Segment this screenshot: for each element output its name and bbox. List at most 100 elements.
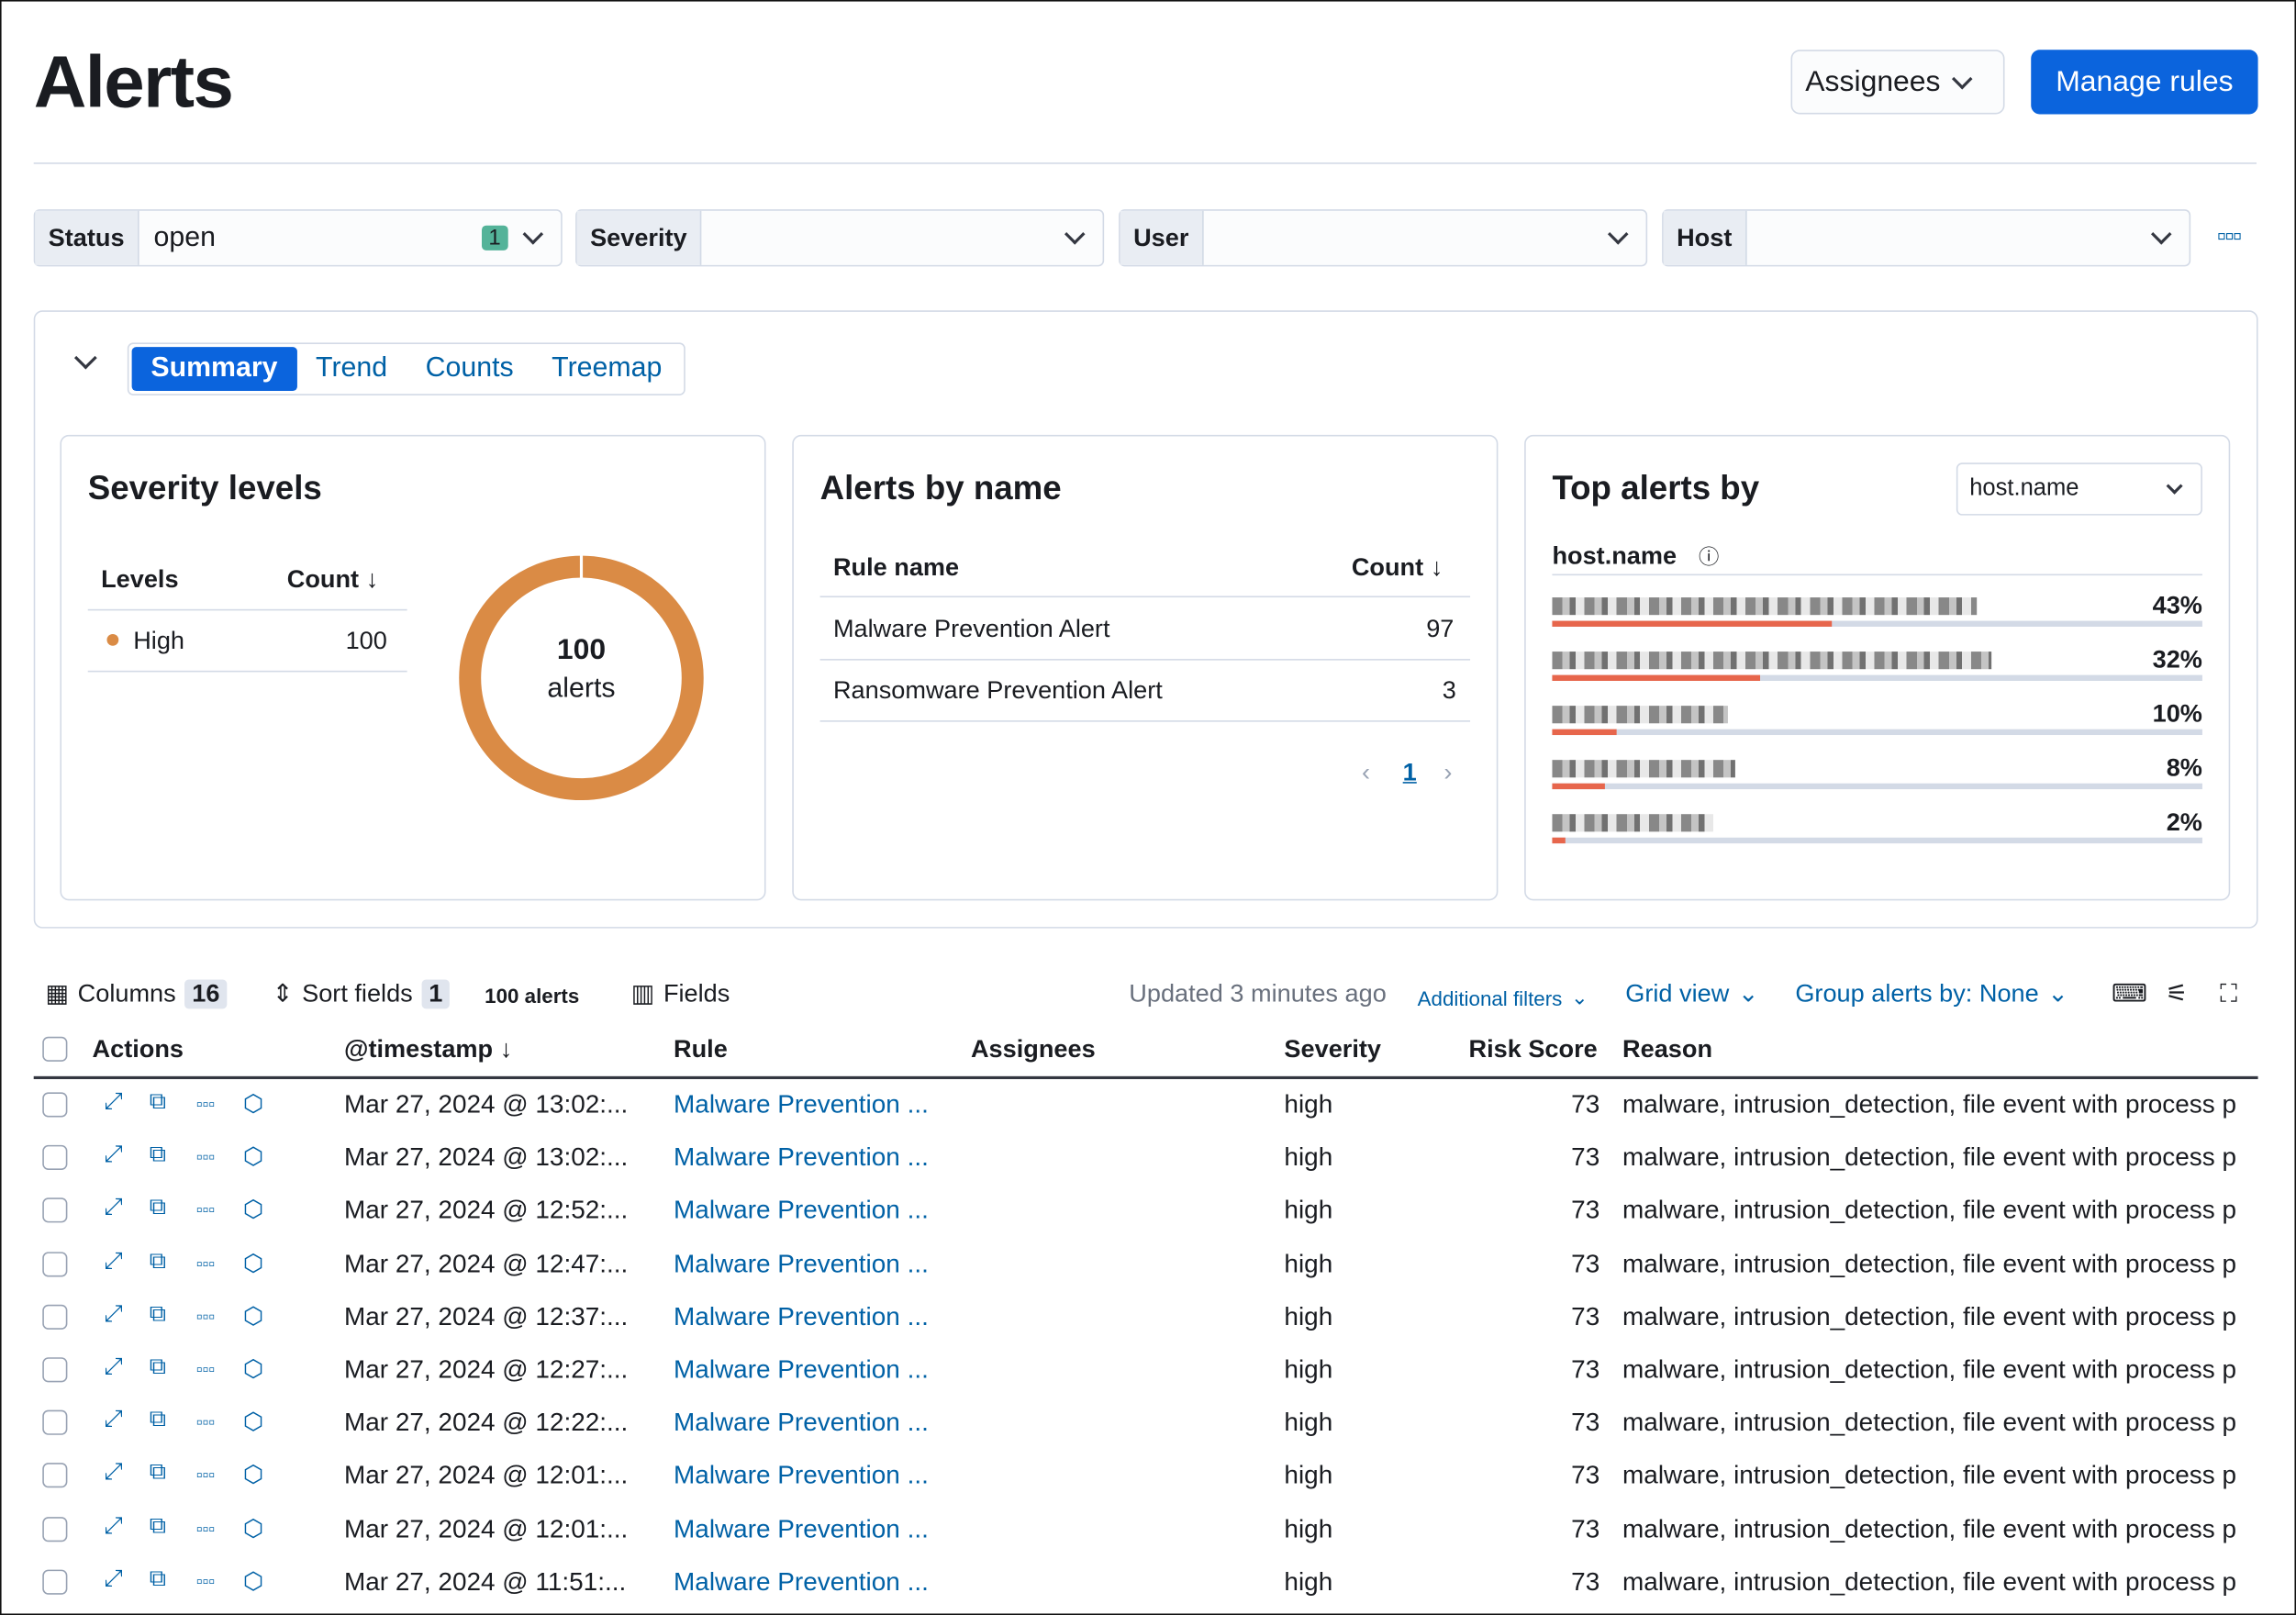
expand-icon[interactable]: ⤢ <box>104 1301 122 1328</box>
display-settings-icon[interactable]: ⚟ <box>2166 980 2188 1009</box>
analyze-graph-icon[interactable]: ⧉ <box>150 1089 166 1116</box>
severity-filter[interactable]: Severity <box>575 209 1105 267</box>
table-row[interactable]: ⤢ ⧉ ▫▫▫ ⬡ Mar 27, 2024 @ 12:01:... Malwa… <box>34 1450 2258 1502</box>
analyze-graph-icon[interactable]: ⧉ <box>150 1196 166 1222</box>
row-checkbox[interactable] <box>42 1569 68 1595</box>
more-actions-icon[interactable]: ▫▫▫ <box>196 1147 215 1167</box>
session-view-icon[interactable]: ⬡ <box>243 1408 263 1437</box>
more-actions-icon[interactable]: ▫▫▫ <box>196 1253 215 1273</box>
grid-view-button[interactable]: Grid view ⌄ <box>1625 980 1758 1009</box>
more-actions-icon[interactable]: ▫▫▫ <box>196 1200 215 1220</box>
session-view-icon[interactable]: ⬡ <box>243 1142 263 1172</box>
manage-rules-button[interactable]: Manage rules <box>2031 50 2258 115</box>
session-view-icon[interactable]: ⬡ <box>243 1301 263 1331</box>
session-view-icon[interactable]: ⬡ <box>243 1196 263 1225</box>
table-row[interactable]: ⤢ ⧉ ▫▫▫ ⬡ Mar 27, 2024 @ 12:27:... Malwa… <box>34 1344 2258 1397</box>
expand-icon[interactable]: ⤢ <box>104 1196 122 1222</box>
header-rule[interactable]: Rule <box>674 1035 728 1064</box>
keyboard-icon[interactable]: ⌨ <box>2112 980 2147 1009</box>
session-view-icon[interactable]: ⬡ <box>243 1248 263 1277</box>
expand-icon[interactable]: ⤢ <box>104 1513 122 1540</box>
header-reason[interactable]: Reason <box>1622 1035 1712 1064</box>
expand-icon[interactable]: ⤢ <box>104 1354 122 1381</box>
analyze-graph-icon[interactable]: ⧉ <box>150 1513 166 1540</box>
table-row[interactable]: ⤢ ⧉ ▫▫▫ ⬡ Mar 27, 2024 @ 12:52:... Malwa… <box>34 1186 2258 1238</box>
analyze-graph-icon[interactable]: ⧉ <box>150 1248 166 1275</box>
rule-link[interactable]: Malware Prevention ... <box>674 1513 929 1544</box>
more-filters-icon[interactable]: ▫▫▫ <box>2217 221 2242 252</box>
analyze-graph-icon[interactable]: ⧉ <box>150 1566 166 1593</box>
session-view-icon[interactable]: ⬡ <box>243 1461 263 1490</box>
row-checkbox[interactable] <box>42 1251 68 1276</box>
tab-treemap[interactable]: Treemap <box>532 347 681 391</box>
group-field-select[interactable]: host.name <box>1956 462 2202 516</box>
more-actions-icon[interactable]: ▫▫▫ <box>196 1094 215 1114</box>
page-1[interactable]: 1 <box>1403 759 1417 788</box>
row-checkbox[interactable] <box>42 1409 68 1436</box>
expand-icon[interactable]: ⤢ <box>104 1089 122 1116</box>
row-checkbox[interactable] <box>42 1516 68 1542</box>
select-all-checkbox[interactable] <box>42 1036 68 1062</box>
session-view-icon[interactable]: ⬡ <box>243 1513 263 1543</box>
row-checkbox[interactable] <box>42 1304 68 1330</box>
rule-link[interactable]: Malware Prevention ... <box>674 1089 929 1120</box>
analyze-graph-icon[interactable]: ⧉ <box>150 1354 166 1381</box>
table-row[interactable]: ⤢ ⧉ ▫▫▫ ⬡ Mar 27, 2024 @ 13:02:... Malwa… <box>34 1079 2258 1131</box>
additional-filters-button[interactable]: Additional filters ⌄ <box>1418 986 1588 1010</box>
expand-icon[interactable]: ⤢ <box>104 1461 122 1487</box>
header-assignees[interactable]: Assignees <box>971 1035 1096 1064</box>
col-count[interactable]: Count ↓ <box>287 565 378 595</box>
more-actions-icon[interactable]: ▫▫▫ <box>196 1412 215 1432</box>
info-icon[interactable]: ⓘ <box>1699 541 1719 571</box>
prev-page-icon[interactable]: ‹ <box>1362 759 1370 788</box>
tab-counts[interactable]: Counts <box>407 347 533 391</box>
rule-link[interactable]: Malware Prevention ... <box>674 1354 929 1386</box>
more-actions-icon[interactable]: ▫▫▫ <box>196 1518 215 1538</box>
header-risk-score[interactable]: Risk Score <box>1468 1035 1597 1064</box>
more-actions-icon[interactable]: ▫▫▫ <box>196 1465 215 1485</box>
tab-summary[interactable]: Summary <box>131 347 297 392</box>
col-count[interactable]: Count ↓ <box>1352 553 1443 583</box>
row-checkbox[interactable] <box>42 1092 68 1118</box>
row-checkbox[interactable] <box>42 1145 68 1171</box>
columns-button[interactable]: ▦ Columns 16 <box>45 979 228 1009</box>
expand-icon[interactable]: ⤢ <box>104 1248 122 1275</box>
rule-link[interactable]: Malware Prevention ... <box>674 1248 929 1279</box>
sort-fields-button[interactable]: ⇕ Sort fields 1 <box>273 979 451 1009</box>
expand-icon[interactable]: ⤢ <box>104 1566 122 1593</box>
table-row[interactable]: ⤢ ⧉ ▫▫▫ ⬡ Mar 27, 2024 @ 11:51:... Malwa… <box>34 1556 2258 1609</box>
rule-link[interactable]: Malware Prevention ... <box>674 1566 929 1598</box>
session-view-icon[interactable]: ⬡ <box>243 1566 263 1596</box>
more-actions-icon[interactable]: ▫▫▫ <box>196 1359 215 1379</box>
table-row[interactable]: ⤢ ⧉ ▫▫▫ ⬡ Mar 27, 2024 @ 12:22:... Malwa… <box>34 1398 2258 1450</box>
rule-link[interactable]: Malware Prevention ... <box>674 1142 929 1174</box>
fields-button[interactable]: ▥ Fields <box>631 980 730 1009</box>
header-severity[interactable]: Severity <box>1284 1035 1381 1064</box>
next-page-icon[interactable]: › <box>1443 759 1452 788</box>
table-row[interactable]: ⤢ ⧉ ▫▫▫ ⬡ Mar 27, 2024 @ 12:01:... Malwa… <box>34 1503 2258 1555</box>
session-view-icon[interactable]: ⬡ <box>243 1089 263 1119</box>
more-actions-icon[interactable]: ▫▫▫ <box>196 1571 215 1591</box>
table-row[interactable]: ⤢ ⧉ ▫▫▫ ⬡ Mar 27, 2024 @ 12:37:... Malwa… <box>34 1291 2258 1343</box>
rule-link[interactable]: Malware Prevention ... <box>674 1301 929 1332</box>
header-timestamp[interactable]: @timestamp ↓ <box>344 1035 512 1064</box>
expand-icon[interactable]: ⤢ <box>104 1142 122 1169</box>
status-filter[interactable]: Status open 1 <box>33 209 563 267</box>
row-checkbox[interactable] <box>42 1357 68 1383</box>
analyze-graph-icon[interactable]: ⧉ <box>150 1142 166 1169</box>
host-filter[interactable]: Host <box>1662 209 2191 267</box>
row-checkbox[interactable] <box>42 1463 68 1488</box>
analyze-graph-icon[interactable]: ⧉ <box>150 1408 166 1434</box>
rule-link[interactable]: Malware Prevention ... <box>674 1408 929 1439</box>
user-filter[interactable]: User <box>1119 209 1648 267</box>
expand-icon[interactable]: ⤢ <box>104 1408 122 1434</box>
analyze-graph-icon[interactable]: ⧉ <box>150 1301 166 1328</box>
fullscreen-icon[interactable]: ⛶ <box>2220 980 2237 1009</box>
rule-link[interactable]: Malware Prevention ... <box>674 1196 929 1227</box>
analyze-graph-icon[interactable]: ⧉ <box>150 1461 166 1487</box>
group-alerts-button[interactable]: Group alerts by: None ⌄ <box>1795 980 2068 1009</box>
table-row[interactable]: ⤢ ⧉ ▫▫▫ ⬡ Mar 27, 2024 @ 13:02:... Malwa… <box>34 1132 2258 1185</box>
rule-link[interactable]: Malware Prevention ... <box>674 1461 929 1492</box>
more-actions-icon[interactable]: ▫▫▫ <box>196 1306 215 1326</box>
table-row[interactable]: ⤢ ⧉ ▫▫▫ ⬡ Mar 27, 2024 @ 12:47:... Malwa… <box>34 1238 2258 1290</box>
